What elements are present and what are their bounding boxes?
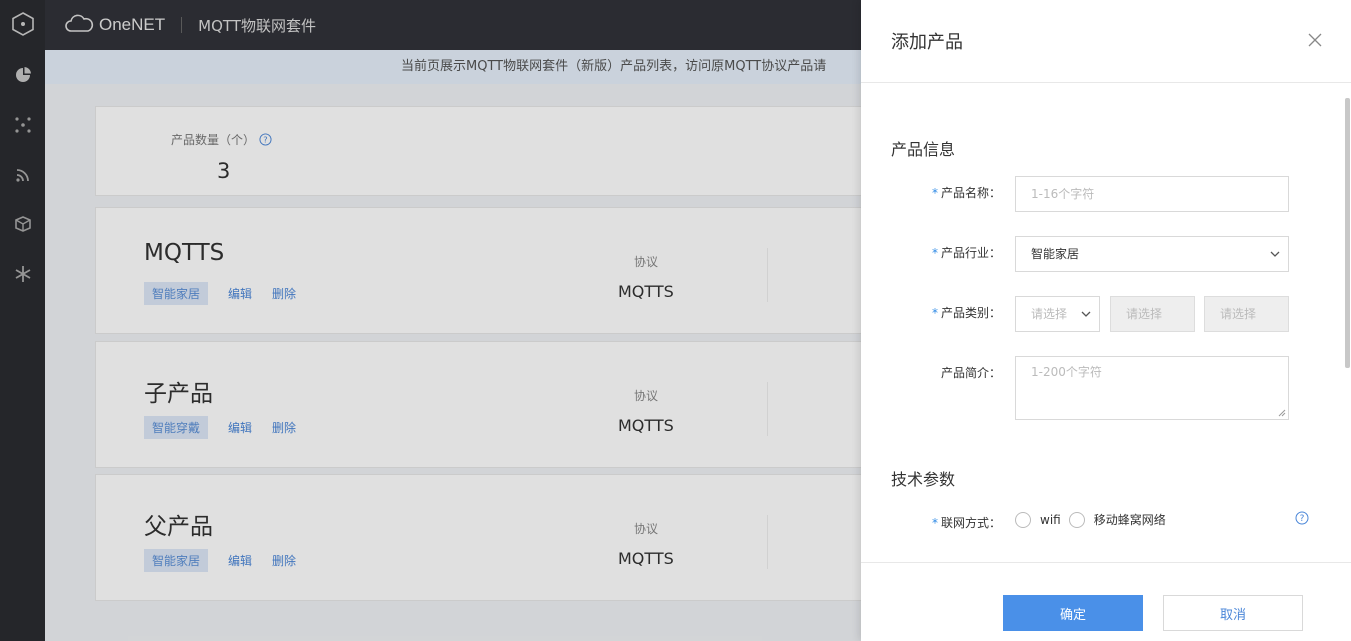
radio-wifi[interactable] xyxy=(1015,511,1031,528)
industry-select[interactable]: 智能家居 xyxy=(1015,236,1289,272)
description-textarea[interactable]: 1-200个字符 xyxy=(1015,356,1289,420)
drawer-scrollbar[interactable] xyxy=(1345,90,1350,556)
radio-cellular-label[interactable]: 移动蜂窝网络 xyxy=(1094,511,1166,528)
category-select-3[interactable]: 请选择 xyxy=(1204,296,1289,332)
required-mark: * xyxy=(931,246,938,260)
product-name-label: * 产品名称： xyxy=(931,186,1001,200)
radio-wifi-label[interactable]: wifi xyxy=(1040,513,1061,527)
close-icon[interactable] xyxy=(1305,30,1325,50)
chevron-down-icon xyxy=(1270,237,1280,271)
confirm-button[interactable]: 确定 xyxy=(1003,595,1143,631)
resize-handle-icon[interactable] xyxy=(1278,409,1286,417)
description-label: 产品简介： xyxy=(940,366,1001,380)
category-select-1[interactable]: 请选择 xyxy=(1015,296,1100,332)
help-icon[interactable]: ? xyxy=(1295,511,1309,525)
chevron-down-icon xyxy=(1081,297,1091,331)
section-product-info: 产品信息 xyxy=(891,140,956,159)
industry-select-value: 智能家居 xyxy=(1031,247,1080,261)
radio-cellular[interactable] xyxy=(1068,511,1085,528)
product-name-placeholder: 1-16个字符 xyxy=(1031,187,1095,201)
description-placeholder: 1-200个字符 xyxy=(1031,365,1102,379)
drawer-title: 添加产品 xyxy=(891,32,963,53)
required-mark: * xyxy=(931,516,938,530)
required-mark: * xyxy=(931,186,938,200)
network-label: * 联网方式： xyxy=(931,516,1001,530)
drawer-header: 添加产品 xyxy=(861,0,1351,83)
category-select-2[interactable]: 请选择 xyxy=(1110,296,1195,332)
product-name-input[interactable]: 1-16个字符 xyxy=(1015,176,1289,212)
category-label: * 产品类别： xyxy=(931,306,1001,320)
add-product-drawer: 添加产品 产品信息 * 产品名称： 1-16个字符 * 产品行业： 智能家居 * 产品… xyxy=(861,0,1351,641)
required-mark: * xyxy=(931,306,938,320)
industry-label: * 产品行业： xyxy=(931,246,1001,260)
scrollbar-thumb[interactable] xyxy=(1345,98,1350,368)
cancel-button[interactable]: 取消 xyxy=(1163,595,1303,631)
drawer-footer: 确定 取消 xyxy=(861,562,1351,641)
network-radio-group: wifi 移动蜂窝网络 xyxy=(1015,511,1174,528)
svg-text:?: ? xyxy=(1300,514,1305,524)
section-tech-params: 技术参数 xyxy=(891,470,956,489)
